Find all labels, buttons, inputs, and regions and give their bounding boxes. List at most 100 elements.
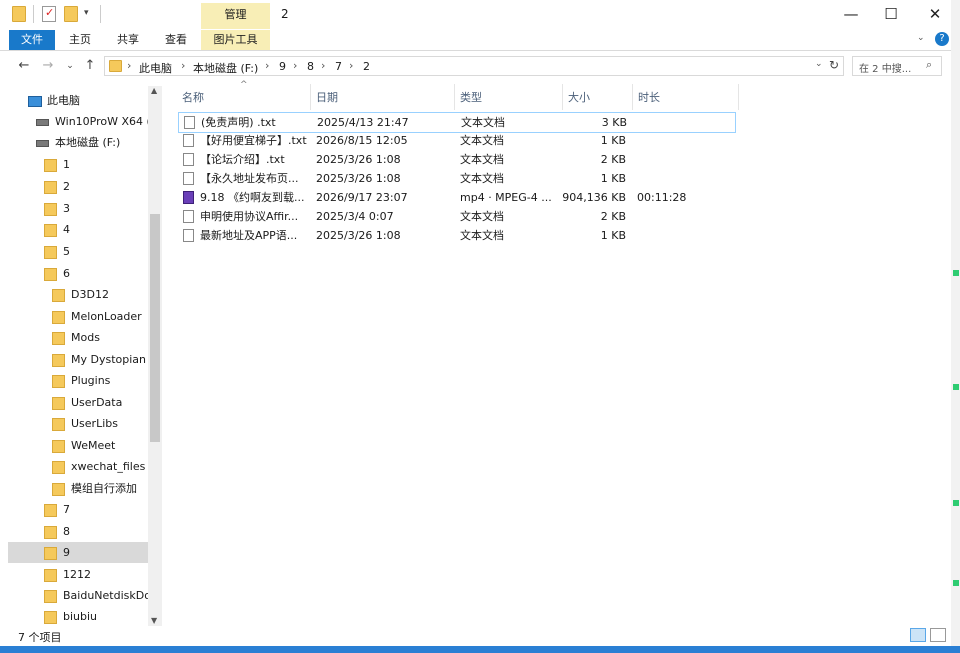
breadcrumb-8[interactable]: 8 <box>307 60 314 73</box>
nav-item-folder[interactable]: xwechat_files <box>52 456 163 477</box>
nav-item-folder[interactable]: 1212 <box>44 564 163 585</box>
nav-item-this-pc[interactable]: 此电脑 <box>28 90 163 111</box>
file-row[interactable]: 【好用便宜梯子】.txt 2026/8/15 12:05 文本文档 1 KB <box>178 131 738 150</box>
chevron-right-icon[interactable]: › <box>181 59 185 72</box>
tab-view[interactable]: 查看 <box>158 30 194 50</box>
column-header-name[interactable]: 名称 <box>182 89 204 105</box>
nav-item-folder[interactable]: 1 <box>44 154 163 175</box>
search-input[interactable]: 在 2 中搜... ⌕ <box>852 56 942 76</box>
column-header-type[interactable]: 类型 <box>460 89 482 105</box>
large-icons-view-icon[interactable] <box>930 628 946 642</box>
folder-icon <box>52 396 65 410</box>
tab-home[interactable]: 主页 <box>62 30 98 50</box>
scroll-down-icon[interactable]: ▼ <box>151 616 157 625</box>
nav-item-folder[interactable]: WeMeet <box>52 435 163 456</box>
drive-icon <box>36 139 49 147</box>
navigation-bar: ← → ⌄ ↑ › 此电脑 › 本地磁盘 (F:) › 9 › 8 › 7 › … <box>0 53 960 80</box>
scrollbar-thumb[interactable] <box>150 214 160 442</box>
column-divider[interactable] <box>310 84 311 110</box>
file-row[interactable]: 最新地址及APP语... 2025/3/26 1:08 文本文档 1 KB <box>178 226 738 245</box>
file-row[interactable]: 【永久地址发布页... 2025/3/26 1:08 文本文档 1 KB <box>178 169 738 188</box>
column-divider[interactable] <box>454 84 455 110</box>
nav-item-folder[interactable]: UserData <box>52 392 163 413</box>
tab-picture-tools[interactable]: 图片工具 <box>201 30 270 50</box>
nav-item-folder[interactable]: 3 <box>44 198 163 219</box>
status-bar: 7 个项目 <box>0 628 960 646</box>
forward-arrow-icon[interactable]: → <box>39 57 57 75</box>
chevron-right-icon[interactable]: › <box>127 59 131 72</box>
nav-item-folder[interactable]: 8 <box>44 521 163 542</box>
divider <box>33 5 34 23</box>
nav-item-folder-selected[interactable]: 9 <box>8 542 148 563</box>
search-icon[interactable]: ⌕ <box>926 58 932 72</box>
tab-file[interactable]: 文件 <box>9 30 55 50</box>
scroll-up-icon[interactable]: ▲ <box>151 86 157 95</box>
folder-icon <box>44 223 57 237</box>
maximize-button[interactable]: ☐ <box>868 0 914 30</box>
tab-share[interactable]: 共享 <box>110 30 146 50</box>
details-view-icon[interactable] <box>910 628 926 642</box>
breadcrumb-7[interactable]: 7 <box>335 60 342 73</box>
breadcrumb-2[interactable]: 2 <box>363 60 370 73</box>
refresh-icon[interactable]: ↻ <box>829 58 839 72</box>
file-size: 3 KB <box>601 116 627 129</box>
nav-item-folder[interactable]: 4 <box>44 219 163 240</box>
nav-item-folder[interactable]: 7 <box>44 499 163 520</box>
file-row[interactable]: 申明使用协议Affir... 2025/3/4 0:07 文本文档 2 KB <box>178 207 738 226</box>
breadcrumb-this-pc[interactable]: 此电脑 <box>139 60 172 76</box>
nav-item-label: 9 <box>63 546 70 559</box>
nav-item-folder[interactable]: biubiu <box>44 606 163 626</box>
column-header-date[interactable]: 日期 <box>316 89 338 105</box>
nav-item-folder[interactable]: 5 <box>44 241 163 262</box>
column-divider[interactable] <box>562 84 563 110</box>
up-arrow-icon[interactable]: ↑ <box>81 57 99 75</box>
text-file-icon <box>183 172 194 185</box>
file-date: 2025/3/26 1:08 <box>316 153 401 166</box>
nav-item-folder[interactable]: 模组自行添加 <box>52 478 163 499</box>
chevron-down-icon[interactable]: ⌄ <box>815 59 823 69</box>
file-row[interactable]: 9.18 《约啊友到载... 2026/9/17 23:07 mp4 · MPE… <box>178 188 738 207</box>
nav-item-folder[interactable]: D3D12 <box>52 284 163 305</box>
nav-item-label: 8 <box>63 525 70 538</box>
nav-item-label: Mods <box>71 331 100 344</box>
nav-item-label: biubiu <box>63 610 98 623</box>
breadcrumb-9[interactable]: 9 <box>279 60 286 73</box>
chevron-down-icon[interactable]: ▾ <box>84 8 89 18</box>
file-row[interactable]: (免责声明) .txt 2025/4/13 21:47 文本文档 3 KB <box>178 112 736 133</box>
navigation-pane: 此电脑 Win10ProW X64 (C 本地磁盘 (F:) 1 2 3 4 5… <box>8 86 163 626</box>
nav-item-label: 模组自行添加 <box>71 482 137 495</box>
folder-icon[interactable] <box>12 6 26 22</box>
column-divider[interactable] <box>632 84 633 110</box>
nav-item-folder[interactable]: UserLibs <box>52 413 163 434</box>
nav-item-folder[interactable]: 6 <box>44 263 163 284</box>
chevron-right-icon[interactable]: › <box>321 59 325 72</box>
file-name: 9.18 《约啊友到载... <box>200 191 305 204</box>
new-folder-icon[interactable] <box>64 6 78 22</box>
nav-item-label: My Dystopian F <box>71 353 150 366</box>
back-arrow-icon[interactable]: ← <box>15 57 33 75</box>
column-divider[interactable] <box>738 84 739 110</box>
nav-item-folder[interactable]: MelonLoader <box>52 306 163 327</box>
recent-locations-icon[interactable]: ⌄ <box>61 57 79 75</box>
nav-item-folder[interactable]: BaiduNetdiskDoc <box>44 585 150 606</box>
chevron-right-icon[interactable]: › <box>349 59 353 72</box>
context-tab-manage[interactable]: 管理 <box>201 3 270 29</box>
nav-item-folder[interactable]: Mods <box>52 327 163 348</box>
address-bar[interactable]: › 此电脑 › 本地磁盘 (F:) › 9 › 8 › 7 › 2 ⌄ ↻ <box>104 56 844 76</box>
help-icon[interactable]: ? <box>935 32 949 46</box>
breadcrumb-drive-f[interactable]: 本地磁盘 (F:) <box>193 60 258 76</box>
pc-icon <box>28 95 42 107</box>
nav-item-folder[interactable]: Plugins <box>52 370 163 391</box>
nav-item-label: 6 <box>63 267 70 280</box>
column-header-duration[interactable]: 时长 <box>638 89 660 105</box>
chevron-right-icon[interactable]: › <box>265 59 269 72</box>
chevron-down-icon[interactable]: ⌄ <box>917 33 925 43</box>
nav-item-drive-f[interactable]: 本地磁盘 (F:) <box>36 132 163 153</box>
column-header-size[interactable]: 大小 <box>568 89 590 105</box>
properties-icon[interactable]: ✓ <box>42 6 56 22</box>
nav-item-folder[interactable]: 2 <box>44 176 163 197</box>
file-row[interactable]: 【论坛介绍】.txt 2025/3/26 1:08 文本文档 2 KB <box>178 150 738 169</box>
chevron-right-icon[interactable]: › <box>293 59 297 72</box>
nav-item-drive-c[interactable]: Win10ProW X64 (C <box>36 111 163 132</box>
nav-item-folder[interactable]: My Dystopian F <box>52 349 150 370</box>
